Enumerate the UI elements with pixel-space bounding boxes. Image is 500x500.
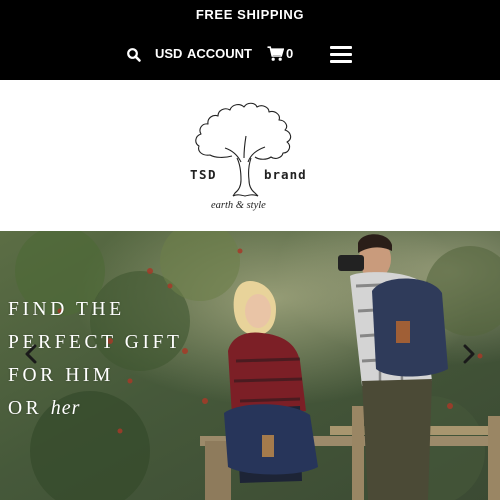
- chevron-right-icon[interactable]: [462, 344, 476, 364]
- tree-logo-icon: [195, 102, 292, 197]
- shopping-cart-icon: [267, 46, 284, 61]
- header-bar: FREE SHIPPING USD ACCOUNT 0: [0, 0, 500, 80]
- hero-line-4-text: OR: [8, 398, 43, 419]
- chevron-left-icon[interactable]: [24, 344, 38, 364]
- currency-selector[interactable]: USD: [155, 46, 182, 61]
- hamburger-menu-icon[interactable]: [330, 46, 352, 64]
- free-shipping-banner: FREE SHIPPING: [195, 7, 305, 22]
- logo-brand-right: brand: [264, 167, 307, 182]
- logo-area: TSD brand earth & style: [0, 80, 500, 231]
- cart-count: 0: [286, 46, 294, 61]
- hero-line-1: FIND THE: [8, 299, 125, 320]
- hero-line-4: OR her: [8, 392, 183, 425]
- logo-brand-left: TSD: [190, 167, 217, 182]
- brand-logo[interactable]: TSD brand earth & style: [185, 92, 315, 217]
- account-link[interactable]: ACCOUNT: [187, 46, 252, 61]
- nav-row: USD ACCOUNT 0: [0, 44, 500, 66]
- hero-banner[interactable]: FIND THE PERFECT GIFT FOR HIM OR her: [0, 231, 500, 500]
- logo-tagline: earth & style: [211, 200, 266, 211]
- hero-script-word: her: [50, 397, 81, 419]
- search-icon[interactable]: [126, 47, 142, 63]
